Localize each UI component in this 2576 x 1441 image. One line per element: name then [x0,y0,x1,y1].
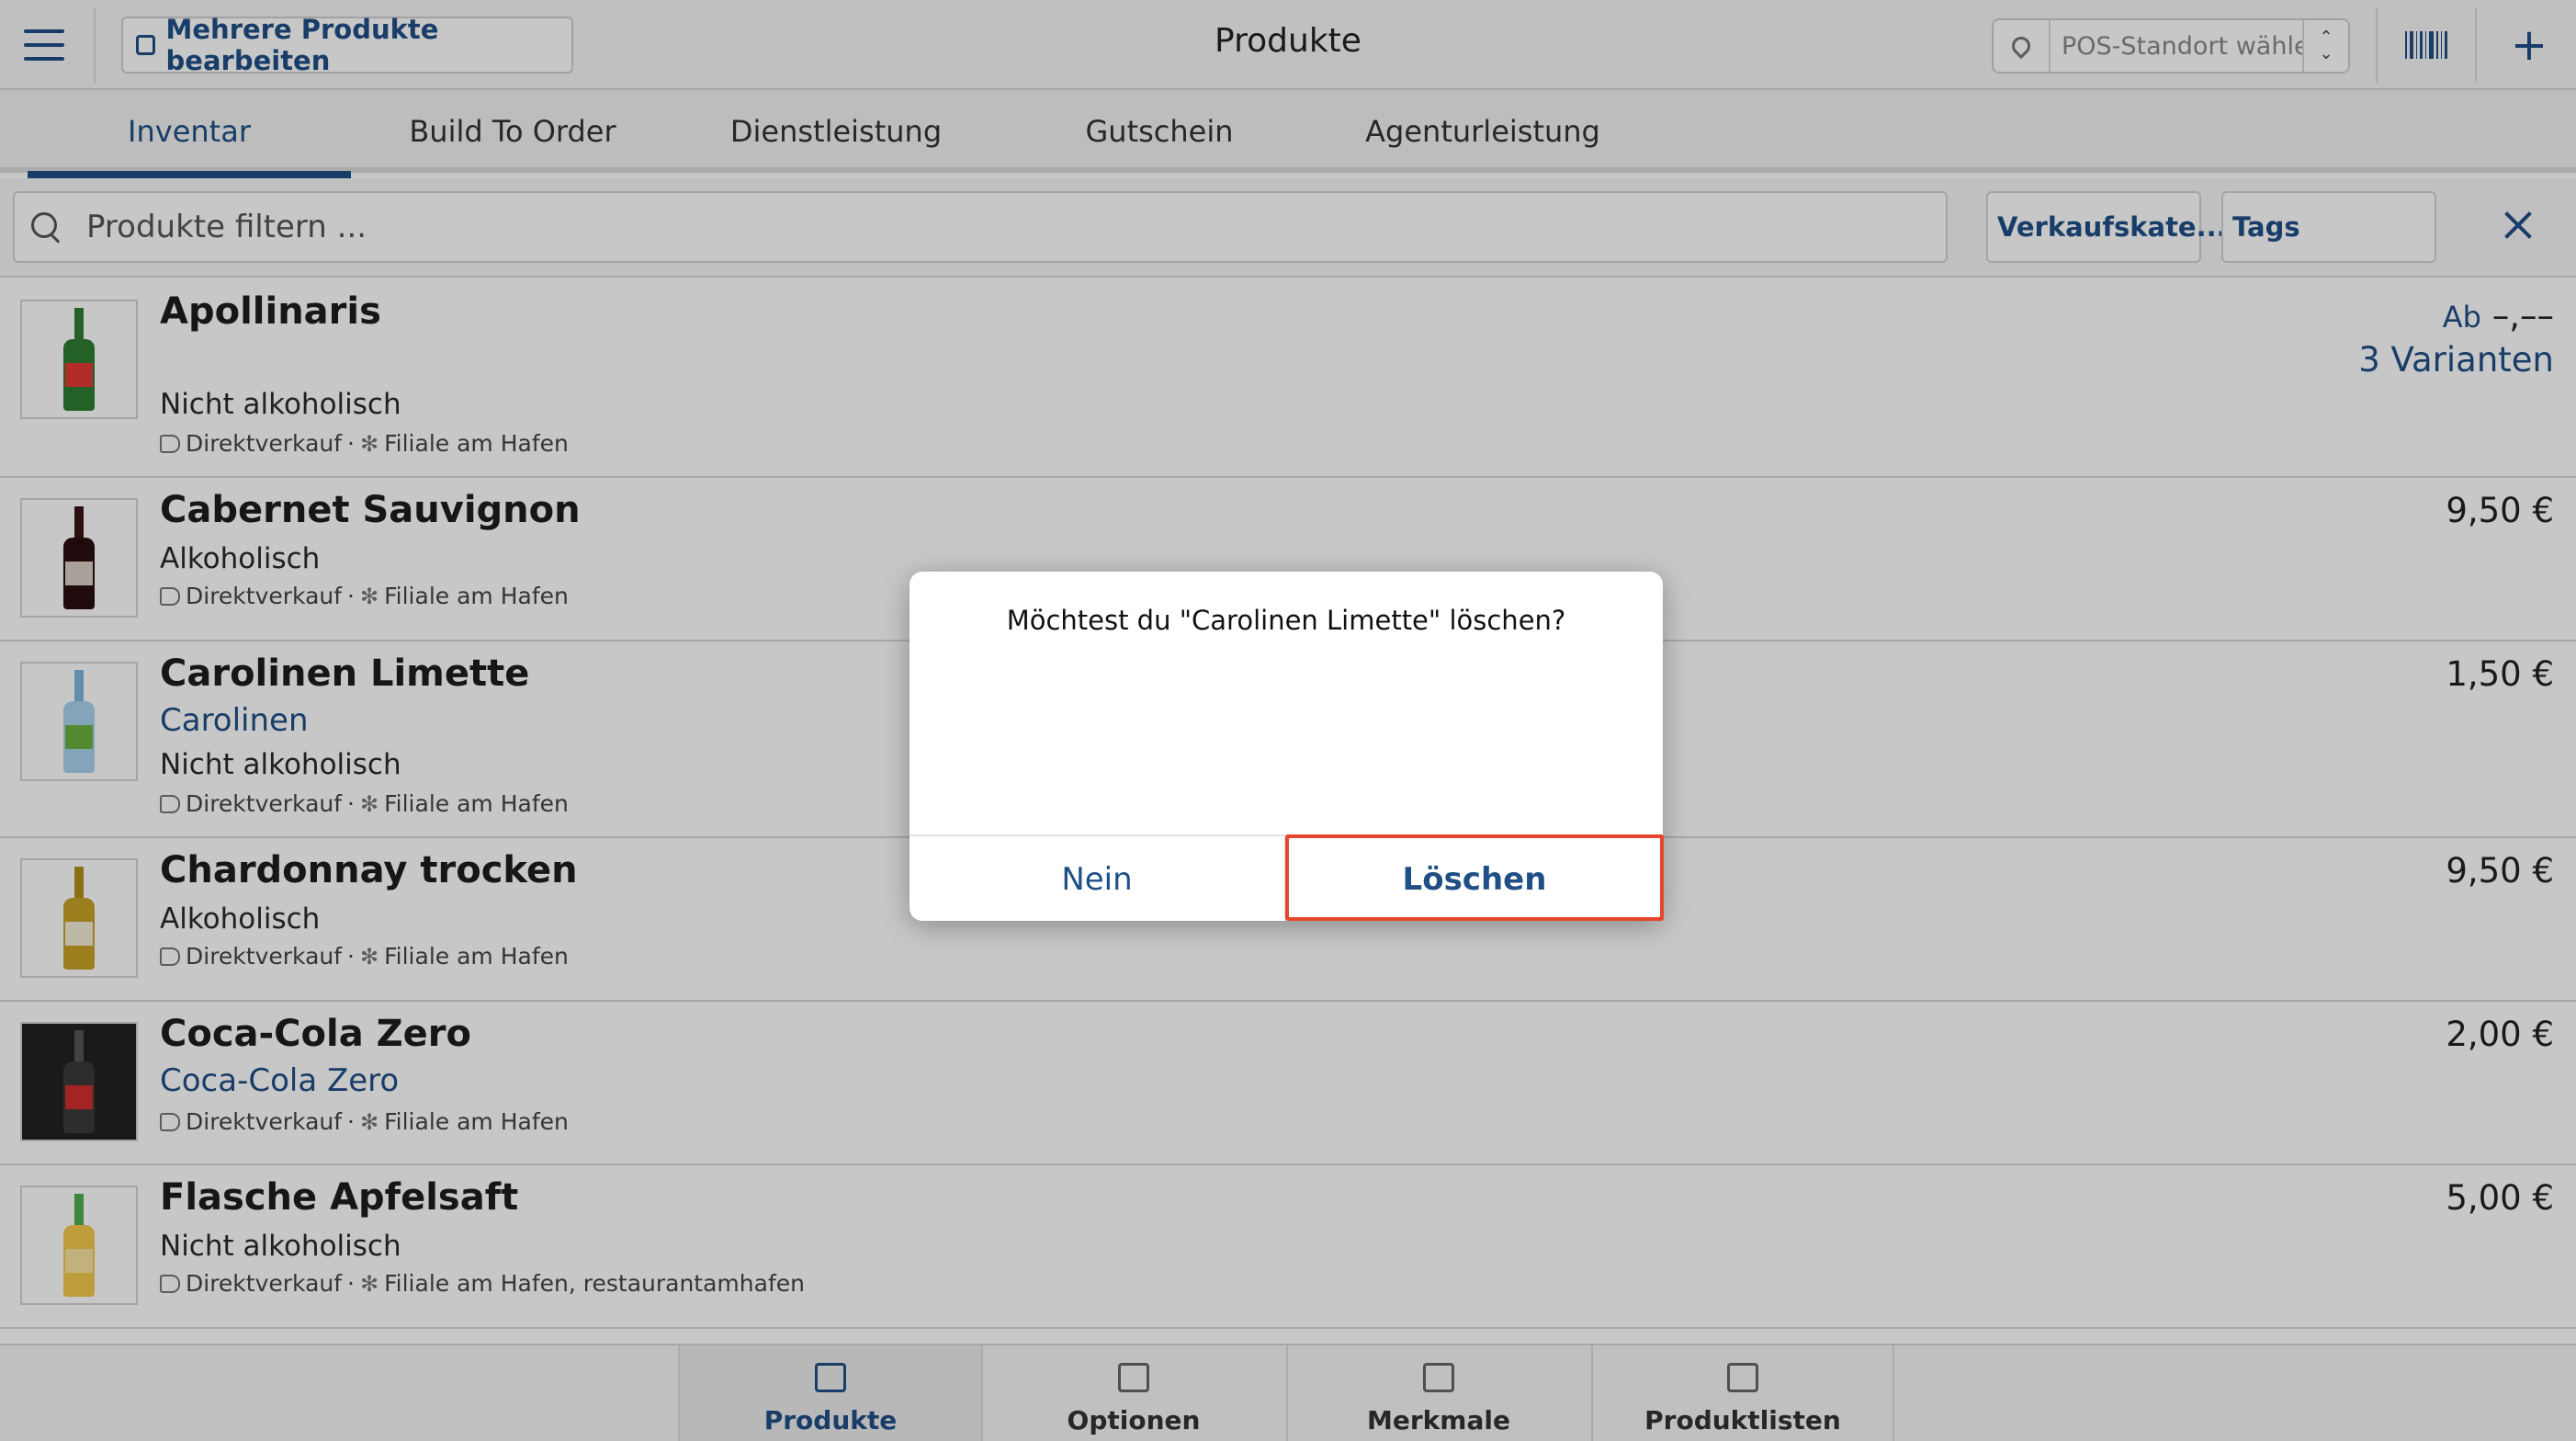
dialog-message: Möchtest du "Carolinen Limette" löschen? [1006,605,1566,636]
delete-button-highlight [1285,834,1664,921]
cancel-button[interactable]: Nein [910,836,1286,921]
